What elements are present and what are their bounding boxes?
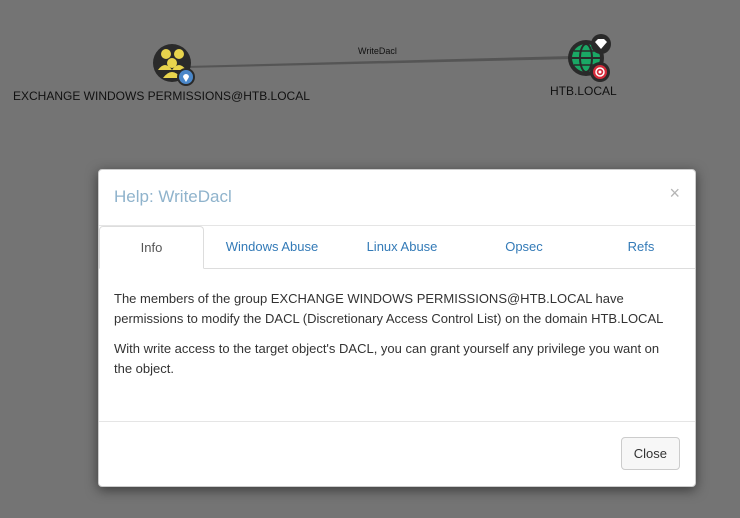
target-badge-icon <box>590 62 610 82</box>
target-node-label: HTB.LOCAL <box>550 84 617 98</box>
gem-badge-icon <box>591 34 611 54</box>
tab-content: The members of the group EXCHANGE WINDOW… <box>99 269 695 379</box>
tab-windows-abuse[interactable]: Windows Abuse <box>211 226 333 268</box>
tab-linux-abuse[interactable]: Linux Abuse <box>353 226 451 268</box>
edge-writedacl[interactable] <box>186 56 572 68</box>
info-paragraph: With write access to the target object's… <box>114 341 660 376</box>
modal-footer: Close <box>99 421 695 486</box>
tab-refs[interactable]: Refs <box>601 226 681 268</box>
location-badge-icon <box>177 68 195 86</box>
source-node-label: EXCHANGE WINDOWS PERMISSIONS@HTB.LOCAL <box>13 89 310 103</box>
modal-header: Help: WriteDacl × <box>99 170 695 226</box>
info-paragraph: The members of the group EXCHANGE WINDOW… <box>114 291 664 326</box>
close-icon[interactable]: × <box>669 184 680 202</box>
tab-opsec[interactable]: Opsec <box>484 226 564 268</box>
edge-label: WriteDacl <box>358 46 397 56</box>
modal-title: Help: WriteDacl <box>114 187 232 206</box>
tab-bar: Info Windows Abuse Linux Abuse Opsec Ref… <box>99 226 695 269</box>
tab-info[interactable]: Info <box>99 226 204 269</box>
close-button[interactable]: Close <box>620 437 680 470</box>
help-modal: Help: WriteDacl × Info Windows Abuse Lin… <box>98 169 696 487</box>
